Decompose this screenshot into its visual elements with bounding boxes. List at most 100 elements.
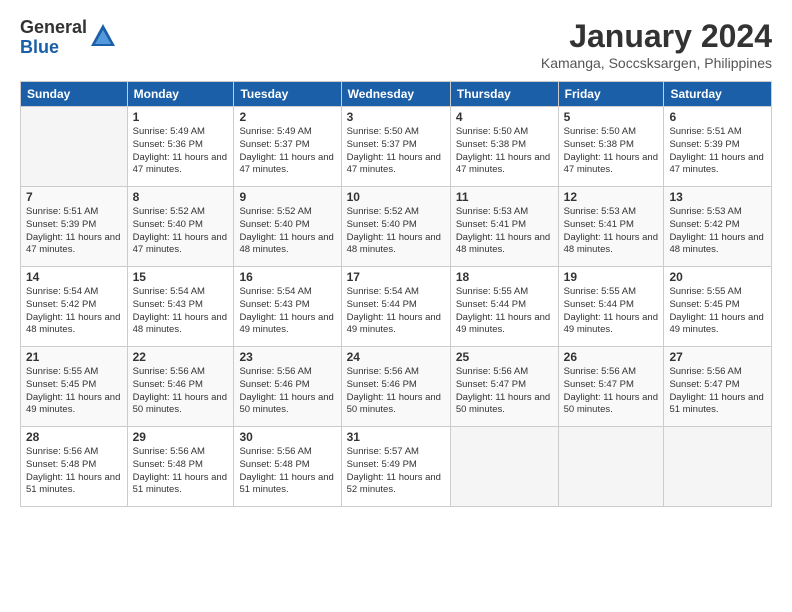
calendar-day: 1 Sunrise: 5:49 AMSunset: 5:36 PMDayligh…: [127, 107, 234, 187]
logo: General Blue: [20, 18, 117, 58]
calendar-day: 13 Sunrise: 5:53 AMSunset: 5:42 PMDaylig…: [664, 187, 772, 267]
day-info: Sunrise: 5:55 AMSunset: 5:45 PMDaylight:…: [26, 366, 120, 415]
day-info: Sunrise: 5:50 AMSunset: 5:38 PMDaylight:…: [564, 126, 658, 175]
day-info: Sunrise: 5:50 AMSunset: 5:38 PMDaylight:…: [456, 126, 550, 175]
day-number: 25: [456, 350, 553, 364]
day-number: 16: [239, 270, 335, 284]
calendar-day: 16 Sunrise: 5:54 AMSunset: 5:43 PMDaylig…: [234, 267, 341, 347]
calendar-day: 19 Sunrise: 5:55 AMSunset: 5:44 PMDaylig…: [558, 267, 664, 347]
calendar-header-row: Sunday Monday Tuesday Wednesday Thursday…: [21, 82, 772, 107]
day-info: Sunrise: 5:54 AMSunset: 5:42 PMDaylight:…: [26, 286, 120, 335]
day-number: 11: [456, 190, 553, 204]
calendar-day: 17 Sunrise: 5:54 AMSunset: 5:44 PMDaylig…: [341, 267, 450, 347]
calendar-day: [21, 107, 128, 187]
calendar-day: 31 Sunrise: 5:57 AMSunset: 5:49 PMDaylig…: [341, 427, 450, 507]
day-number: 28: [26, 430, 122, 444]
day-number: 29: [133, 430, 229, 444]
calendar-day: 23 Sunrise: 5:56 AMSunset: 5:46 PMDaylig…: [234, 347, 341, 427]
calendar-day: 21 Sunrise: 5:55 AMSunset: 5:45 PMDaylig…: [21, 347, 128, 427]
calendar-day: 4 Sunrise: 5:50 AMSunset: 5:38 PMDayligh…: [450, 107, 558, 187]
calendar-day: [450, 427, 558, 507]
day-info: Sunrise: 5:56 AMSunset: 5:47 PMDaylight:…: [456, 366, 550, 415]
location: Kamanga, Soccsksargen, Philippines: [541, 55, 772, 71]
calendar-day: 25 Sunrise: 5:56 AMSunset: 5:47 PMDaylig…: [450, 347, 558, 427]
calendar-week-5: 28 Sunrise: 5:56 AMSunset: 5:48 PMDaylig…: [21, 427, 772, 507]
day-info: Sunrise: 5:56 AMSunset: 5:46 PMDaylight:…: [347, 366, 441, 415]
day-info: Sunrise: 5:50 AMSunset: 5:37 PMDaylight:…: [347, 126, 441, 175]
day-info: Sunrise: 5:52 AMSunset: 5:40 PMDaylight:…: [133, 206, 227, 255]
calendar-day: 26 Sunrise: 5:56 AMSunset: 5:47 PMDaylig…: [558, 347, 664, 427]
day-info: Sunrise: 5:55 AMSunset: 5:45 PMDaylight:…: [669, 286, 763, 335]
day-info: Sunrise: 5:53 AMSunset: 5:41 PMDaylight:…: [564, 206, 658, 255]
day-number: 30: [239, 430, 335, 444]
calendar-day: 7 Sunrise: 5:51 AMSunset: 5:39 PMDayligh…: [21, 187, 128, 267]
day-info: Sunrise: 5:56 AMSunset: 5:47 PMDaylight:…: [564, 366, 658, 415]
day-number: 1: [133, 110, 229, 124]
calendar-week-1: 1 Sunrise: 5:49 AMSunset: 5:36 PMDayligh…: [21, 107, 772, 187]
calendar-day: 22 Sunrise: 5:56 AMSunset: 5:46 PMDaylig…: [127, 347, 234, 427]
day-number: 10: [347, 190, 445, 204]
day-info: Sunrise: 5:56 AMSunset: 5:48 PMDaylight:…: [26, 446, 120, 495]
day-info: Sunrise: 5:49 AMSunset: 5:36 PMDaylight:…: [133, 126, 227, 175]
calendar-day: 6 Sunrise: 5:51 AMSunset: 5:39 PMDayligh…: [664, 107, 772, 187]
title-block: January 2024 Kamanga, Soccsksargen, Phil…: [541, 18, 772, 71]
day-number: 5: [564, 110, 659, 124]
day-number: 14: [26, 270, 122, 284]
calendar-day: 3 Sunrise: 5:50 AMSunset: 5:37 PMDayligh…: [341, 107, 450, 187]
day-info: Sunrise: 5:53 AMSunset: 5:42 PMDaylight:…: [669, 206, 763, 255]
day-number: 21: [26, 350, 122, 364]
day-number: 2: [239, 110, 335, 124]
day-info: Sunrise: 5:52 AMSunset: 5:40 PMDaylight:…: [347, 206, 441, 255]
day-number: 19: [564, 270, 659, 284]
calendar: Sunday Monday Tuesday Wednesday Thursday…: [20, 81, 772, 507]
col-monday: Monday: [127, 82, 234, 107]
calendar-day: [558, 427, 664, 507]
calendar-day: 30 Sunrise: 5:56 AMSunset: 5:48 PMDaylig…: [234, 427, 341, 507]
day-info: Sunrise: 5:55 AMSunset: 5:44 PMDaylight:…: [564, 286, 658, 335]
calendar-day: 9 Sunrise: 5:52 AMSunset: 5:40 PMDayligh…: [234, 187, 341, 267]
day-number: 26: [564, 350, 659, 364]
day-info: Sunrise: 5:52 AMSunset: 5:40 PMDaylight:…: [239, 206, 333, 255]
day-number: 23: [239, 350, 335, 364]
col-friday: Friday: [558, 82, 664, 107]
logo-blue: Blue: [20, 38, 87, 58]
logo-icon: [89, 22, 117, 50]
calendar-day: 8 Sunrise: 5:52 AMSunset: 5:40 PMDayligh…: [127, 187, 234, 267]
day-info: Sunrise: 5:55 AMSunset: 5:44 PMDaylight:…: [456, 286, 550, 335]
day-number: 12: [564, 190, 659, 204]
day-number: 18: [456, 270, 553, 284]
day-number: 13: [669, 190, 766, 204]
calendar-day: 10 Sunrise: 5:52 AMSunset: 5:40 PMDaylig…: [341, 187, 450, 267]
header: General Blue January 2024 Kamanga, Soccs…: [20, 18, 772, 71]
day-info: Sunrise: 5:49 AMSunset: 5:37 PMDaylight:…: [239, 126, 333, 175]
calendar-day: 11 Sunrise: 5:53 AMSunset: 5:41 PMDaylig…: [450, 187, 558, 267]
calendar-day: [664, 427, 772, 507]
calendar-day: 2 Sunrise: 5:49 AMSunset: 5:37 PMDayligh…: [234, 107, 341, 187]
day-info: Sunrise: 5:53 AMSunset: 5:41 PMDaylight:…: [456, 206, 550, 255]
month-title: January 2024: [541, 18, 772, 55]
calendar-day: 15 Sunrise: 5:54 AMSunset: 5:43 PMDaylig…: [127, 267, 234, 347]
day-number: 9: [239, 190, 335, 204]
day-info: Sunrise: 5:56 AMSunset: 5:47 PMDaylight:…: [669, 366, 763, 415]
calendar-day: 18 Sunrise: 5:55 AMSunset: 5:44 PMDaylig…: [450, 267, 558, 347]
logo-general: General: [20, 18, 87, 38]
day-info: Sunrise: 5:56 AMSunset: 5:46 PMDaylight:…: [239, 366, 333, 415]
day-number: 17: [347, 270, 445, 284]
day-number: 20: [669, 270, 766, 284]
day-number: 8: [133, 190, 229, 204]
day-number: 15: [133, 270, 229, 284]
col-wednesday: Wednesday: [341, 82, 450, 107]
calendar-day: 5 Sunrise: 5:50 AMSunset: 5:38 PMDayligh…: [558, 107, 664, 187]
day-number: 3: [347, 110, 445, 124]
day-number: 31: [347, 430, 445, 444]
calendar-day: 12 Sunrise: 5:53 AMSunset: 5:41 PMDaylig…: [558, 187, 664, 267]
calendar-day: 28 Sunrise: 5:56 AMSunset: 5:48 PMDaylig…: [21, 427, 128, 507]
calendar-day: 24 Sunrise: 5:56 AMSunset: 5:46 PMDaylig…: [341, 347, 450, 427]
col-thursday: Thursday: [450, 82, 558, 107]
calendar-day: 29 Sunrise: 5:56 AMSunset: 5:48 PMDaylig…: [127, 427, 234, 507]
day-info: Sunrise: 5:54 AMSunset: 5:44 PMDaylight:…: [347, 286, 441, 335]
day-info: Sunrise: 5:57 AMSunset: 5:49 PMDaylight:…: [347, 446, 441, 495]
day-info: Sunrise: 5:56 AMSunset: 5:48 PMDaylight:…: [239, 446, 333, 495]
calendar-week-4: 21 Sunrise: 5:55 AMSunset: 5:45 PMDaylig…: [21, 347, 772, 427]
day-number: 27: [669, 350, 766, 364]
